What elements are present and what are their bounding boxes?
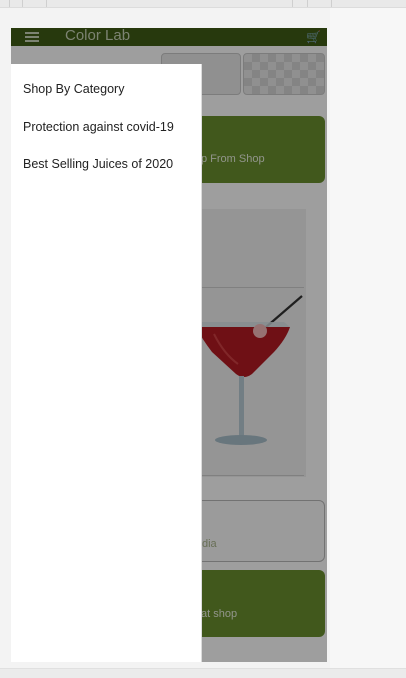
drawer-item-best-selling-juices[interactable]: Best Selling Juices of 2020 [23, 157, 173, 171]
phone-viewport: p From Shop dia at shop Color Lab 🛒 Shop… [11, 28, 327, 662]
right-empty-pane [330, 8, 406, 668]
browser-top-strip [0, 0, 406, 8]
drawer-item-shop-by-category[interactable]: Shop By Category [23, 82, 124, 96]
navigation-drawer: Shop By Category Protection against covi… [11, 64, 202, 662]
drawer-item-covid-protection[interactable]: Protection against covid-19 [23, 120, 174, 134]
